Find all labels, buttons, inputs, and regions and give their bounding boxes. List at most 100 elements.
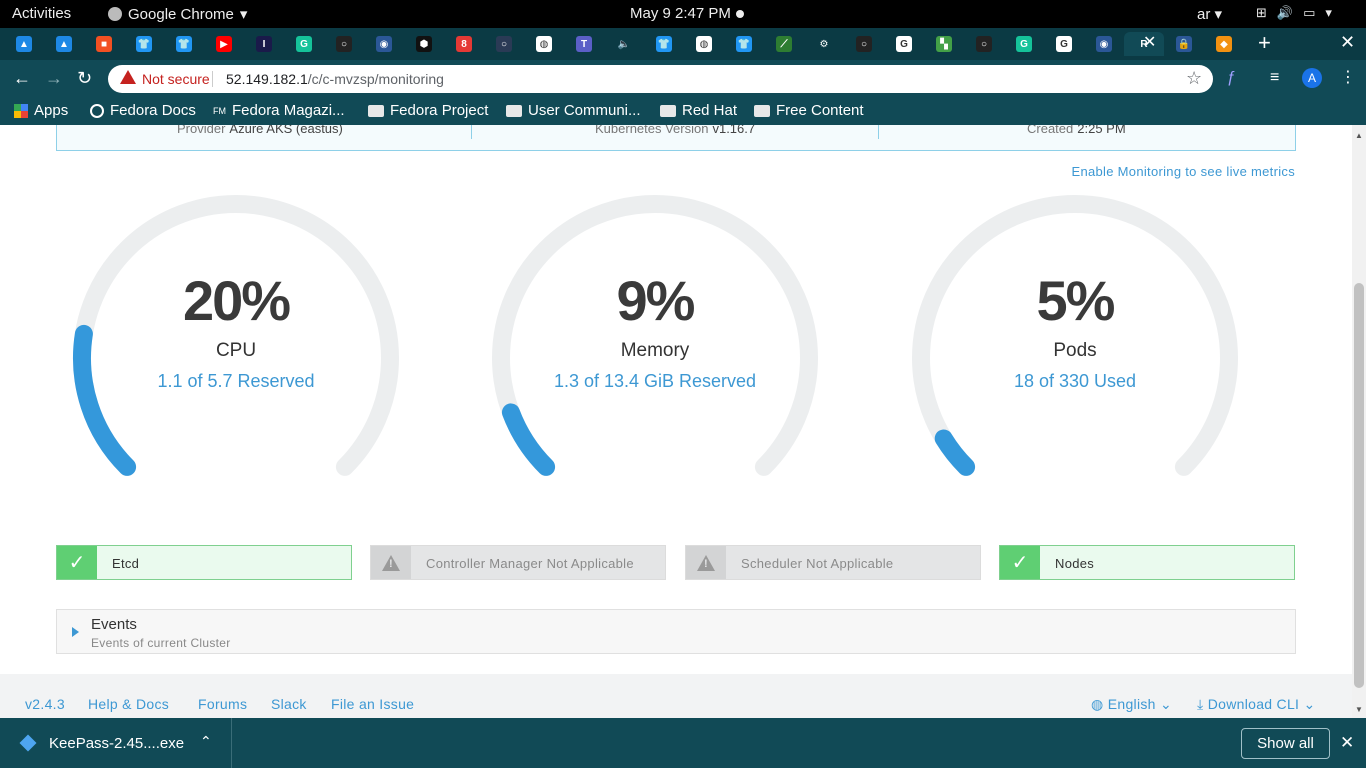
back-button[interactable]: ←: [13, 68, 31, 89]
browser-tab[interactable]: 👕: [164, 32, 204, 56]
scroll-thumb[interactable]: [1354, 283, 1364, 688]
system-tray[interactable]: ⊞ 🔊 ▭ ▾: [1256, 5, 1332, 21]
caret-down-icon: ▾: [1325, 5, 1332, 20]
new-tab-button[interactable]: +: [1258, 30, 1271, 56]
browser-tab[interactable]: ▶: [204, 32, 244, 56]
browser-tab[interactable]: 🔒: [1164, 32, 1204, 56]
browser-tab[interactable]: ○: [324, 32, 364, 56]
bookmark-star-icon[interactable]: ☆: [1186, 68, 1202, 89]
youtube-icon: ▶: [216, 36, 232, 52]
bookmark-label: Red Hat: [682, 102, 738, 119]
help-docs-link[interactable]: Help & Docs: [88, 696, 169, 712]
clock[interactable]: May 9 2:47 PM: [630, 5, 744, 22]
media-queue-icon[interactable]: ≡: [1270, 69, 1279, 87]
browser-tab[interactable]: 👕: [124, 32, 164, 56]
gauge-percent: 5%: [1036, 269, 1116, 332]
gear-icon: ⚙: [816, 36, 832, 52]
scroll-down-icon[interactable]: ▼: [1355, 705, 1363, 714]
browser-tab[interactable]: ◍: [684, 32, 724, 56]
slack-link[interactable]: Slack: [271, 696, 307, 712]
scroll-up-icon[interactable]: ▲: [1355, 131, 1363, 140]
forums-link[interactable]: Forums: [198, 696, 247, 712]
close-download-bar-icon[interactable]: ✕: [1340, 733, 1354, 753]
caret-down-icon: ▾: [239, 6, 248, 23]
tshirt-icon: 👕: [136, 36, 152, 52]
browser-tab[interactable]: ⟋: [764, 32, 804, 56]
activities-button[interactable]: Activities: [12, 5, 71, 22]
teams-icon: T: [576, 36, 592, 52]
browser-tab[interactable]: G: [284, 32, 324, 56]
browser-tab[interactable]: I: [244, 32, 284, 56]
bookmark-user-communities[interactable]: User Communi...: [506, 102, 641, 119]
profile-avatar[interactable]: A: [1302, 68, 1322, 88]
browser-tab[interactable]: G: [1044, 32, 1084, 56]
globe-icon: ◍: [536, 36, 552, 52]
browser-tab[interactable]: ▚: [924, 32, 964, 56]
divider: [878, 125, 879, 139]
address-bar[interactable]: Not secure 52.149.182.1/c/c-mvzsp/monito…: [108, 65, 1213, 93]
forward-button[interactable]: →: [45, 68, 63, 89]
browser-tab[interactable]: ○: [844, 32, 884, 56]
browser-tab[interactable]: ⬢: [404, 32, 444, 56]
fedora-extension-icon[interactable]: ƒ: [1227, 69, 1236, 87]
browser-tab[interactable]: ▲: [4, 32, 44, 56]
reload-button[interactable]: ↻: [77, 68, 92, 89]
download-cli-button[interactable]: ⤓ Download CLI ⌄: [1197, 696, 1315, 713]
browser-toolbar: ← → ↻ Not secure 52.149.182.1/c/c-mvzsp/…: [0, 60, 1366, 98]
browser-tab[interactable]: ◉: [1084, 32, 1124, 56]
provider-info: Provider Azure AKS (eastus): [177, 125, 343, 136]
bookmark-fedora-magazine[interactable]: FM Fedora Magazi...: [213, 102, 345, 119]
google-icon: G: [896, 36, 912, 52]
created-value: 2:25 PM: [1077, 125, 1126, 136]
scheduler-status: Scheduler Not Applicable: [685, 545, 981, 580]
version-link[interactable]: v2.4.3: [25, 696, 65, 712]
number-8-icon: 8: [456, 36, 472, 52]
page-scrollbar[interactable]: ▲ ▼: [1352, 125, 1366, 718]
events-panel[interactable]: Events Events of current Cluster: [56, 609, 1296, 654]
chevron-up-icon[interactable]: ⌃: [200, 733, 212, 750]
browser-tab[interactable]: ◉: [364, 32, 404, 56]
input-language[interactable]: ar ▾: [1197, 5, 1222, 23]
bookmark-apps[interactable]: Apps: [14, 102, 68, 119]
tab-close-icon[interactable]: ✕: [1143, 32, 1156, 52]
browser-tab[interactable]: ◍: [524, 32, 564, 56]
browser-tab[interactable]: 8: [444, 32, 484, 56]
chrome-menu-icon[interactable]: ⋮: [1340, 67, 1356, 87]
browser-tab[interactable]: 👕: [644, 32, 684, 56]
bookmark-fedora-project[interactable]: Fedora Project: [368, 102, 488, 119]
bookmark-fedora-docs[interactable]: Fedora Docs: [90, 102, 196, 119]
app-menu[interactable]: Google Chrome ▾: [108, 5, 247, 23]
bookmark-red-hat[interactable]: Red Hat: [660, 102, 737, 119]
gauge-detail: 18 of 330 Used: [1013, 371, 1137, 391]
browser-tab[interactable]: ⚙: [804, 32, 844, 56]
azure-icon: ▲: [56, 36, 72, 52]
github-icon: ○: [856, 36, 872, 52]
window-close-button[interactable]: ✕: [1340, 32, 1355, 53]
browser-tab[interactable]: ■: [84, 32, 124, 56]
browser-tab[interactable]: T: [564, 32, 604, 56]
tshirt-icon: 👕: [176, 36, 192, 52]
leaf-icon: ⟋: [776, 36, 792, 52]
browser-tab[interactable]: ◆: [1204, 32, 1244, 56]
file-issue-link[interactable]: File an Issue: [331, 696, 414, 712]
keepass-icon: ◉: [376, 36, 392, 52]
expand-caret-icon[interactable]: [72, 627, 79, 637]
status-label: Scheduler Not Applicable: [741, 556, 894, 571]
cluster-info-strip: Provider Azure AKS (eastus) Kubernetes Ve…: [56, 125, 1296, 151]
not-secure-label[interactable]: Not secure: [142, 71, 210, 87]
browser-tab[interactable]: ○: [484, 32, 524, 56]
show-all-button[interactable]: Show all: [1241, 728, 1330, 759]
url-text[interactable]: 52.149.182.1/c/c-mvzsp/monitoring: [226, 71, 444, 87]
browser-tab[interactable]: G: [884, 32, 924, 56]
language-selector[interactable]: ◍ English ⌄: [1091, 696, 1172, 713]
browser-tab[interactable]: ○: [964, 32, 1004, 56]
enable-monitoring-link[interactable]: Enable Monitoring to see live metrics: [1071, 164, 1295, 179]
browser-tab[interactable]: 🔈: [604, 32, 644, 56]
browser-tab[interactable]: ▲: [44, 32, 84, 56]
bookmark-free-content[interactable]: Free Content: [754, 102, 864, 119]
download-item[interactable]: KeePass-2.45....exe ⌃: [0, 718, 232, 768]
browser-tab[interactable]: G: [1004, 32, 1044, 56]
browser-tab[interactable]: 👕: [724, 32, 764, 56]
gauge-track: [492, 195, 818, 476]
bookmark-label: Fedora Project: [390, 102, 489, 119]
